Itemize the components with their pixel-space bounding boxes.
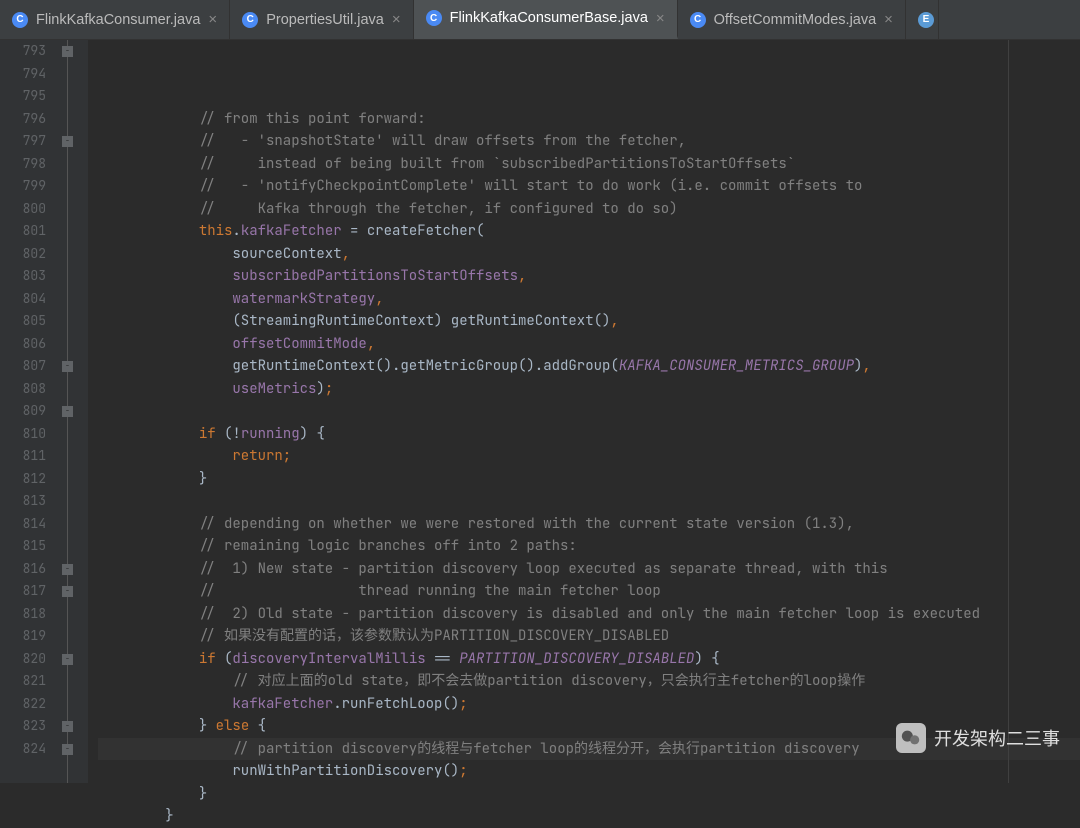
line-number: 802 [0, 243, 46, 266]
tab-1[interactable]: C PropertiesUtil.java × [230, 0, 413, 39]
line-number: 805 [0, 310, 46, 333]
close-icon[interactable]: × [392, 11, 401, 28]
editor-tabs: C FlinkKafkaConsumer.java × C PropertiesUtil… [0, 0, 1080, 40]
code-line[interactable]: // remaining logic branches off into 2 p… [98, 535, 1080, 558]
code-line[interactable]: // - 'snapshotState' will draw offsets f… [98, 130, 1080, 153]
line-number: 821 [0, 670, 46, 693]
fold-marker[interactable]: − [62, 586, 73, 597]
line-number: 808 [0, 378, 46, 401]
line-number: 815 [0, 535, 46, 558]
enum-file-icon: E [918, 12, 934, 28]
line-number: 813 [0, 490, 46, 513]
line-number: 793 [0, 40, 46, 63]
line-number: 811 [0, 445, 46, 468]
code-line[interactable]: // 1) New state - partition discovery lo… [98, 558, 1080, 581]
line-number: 814 [0, 513, 46, 536]
class-file-icon: C [12, 12, 28, 28]
class-file-icon: C [426, 10, 442, 26]
code-line[interactable]: // thread running the main fetcher loop [98, 580, 1080, 603]
fold-marker[interactable]: − [62, 136, 73, 147]
code-line[interactable]: this.kafkaFetcher = createFetcher( [98, 220, 1080, 243]
line-number: 796 [0, 108, 46, 131]
code-line[interactable] [98, 400, 1080, 423]
tab-label: FlinkKafkaConsumerBase.java [450, 10, 648, 26]
code-line[interactable]: runWithPartitionDiscovery(); [98, 760, 1080, 783]
tab-label: FlinkKafkaConsumer.java [36, 12, 200, 28]
line-number: 804 [0, 288, 46, 311]
tab-label: OffsetCommitModes.java [714, 12, 877, 28]
code-line[interactable]: // 2) Old state - partition discovery is… [98, 603, 1080, 626]
line-number: 824 [0, 738, 46, 761]
tab-3[interactable]: C OffsetCommitModes.java × [678, 0, 906, 39]
code-line[interactable]: } [98, 805, 1080, 828]
line-number: 809 [0, 400, 46, 423]
code-line[interactable]: kafkaFetcher.runFetchLoop(); [98, 693, 1080, 716]
wechat-icon [896, 723, 926, 753]
code-line[interactable]: if (discoveryIntervalMillis == PARTITION… [98, 648, 1080, 671]
tab-label: PropertiesUtil.java [266, 12, 384, 28]
code-line[interactable]: offsetCommitMode, [98, 333, 1080, 356]
line-number: 806 [0, 333, 46, 356]
tab-0[interactable]: C FlinkKafkaConsumer.java × [0, 0, 230, 39]
fold-marker[interactable]: − [62, 721, 73, 732]
line-number: 803 [0, 265, 46, 288]
code-line[interactable]: // depending on whether we were restored… [98, 513, 1080, 536]
tab-extra[interactable]: E [906, 0, 939, 39]
code-line[interactable]: return; [98, 445, 1080, 468]
code-line[interactable]: subscribedPartitionsToStartOffsets, [98, 265, 1080, 288]
line-number: 798 [0, 153, 46, 176]
fold-marker[interactable]: − [62, 744, 73, 755]
code-line[interactable] [98, 490, 1080, 513]
fold-gutter: − − − − − − − − − [60, 40, 88, 783]
code-line[interactable]: } [98, 468, 1080, 491]
line-number: 823 [0, 715, 46, 738]
code-line[interactable]: getRuntimeContext().getMetricGroup().add… [98, 355, 1080, 378]
close-icon[interactable]: × [884, 11, 893, 28]
code-line[interactable]: // from this point forward: [98, 108, 1080, 131]
code-area[interactable]: // from this point forward: // - 'snapsh… [88, 40, 1080, 783]
line-number: 819 [0, 625, 46, 648]
code-line[interactable]: (StreamingRuntimeContext) getRuntimeCont… [98, 310, 1080, 333]
line-number: 794 [0, 63, 46, 86]
fold-marker[interactable]: − [62, 654, 73, 665]
class-file-icon: C [690, 12, 706, 28]
line-number: 801 [0, 220, 46, 243]
fold-marker[interactable]: − [62, 46, 73, 57]
line-number: 799 [0, 175, 46, 198]
code-line[interactable]: // - 'notifyCheckpointComplete' will sta… [98, 175, 1080, 198]
class-file-icon: C [242, 12, 258, 28]
right-margin-line [1008, 40, 1009, 783]
tab-2[interactable]: C FlinkKafkaConsumerBase.java × [414, 0, 678, 39]
watermark: 开发架构二三事 [896, 723, 1060, 753]
line-number: 797 [0, 130, 46, 153]
line-number: 818 [0, 603, 46, 626]
code-line[interactable]: sourceContext, [98, 243, 1080, 266]
watermark-text: 开发架构二三事 [934, 725, 1060, 751]
code-line[interactable]: // instead of being built from `subscrib… [98, 153, 1080, 176]
line-number: 807 [0, 355, 46, 378]
code-line[interactable]: // 如果没有配置的话，该参数默认为PARTITION_DISCOVERY_DI… [98, 625, 1080, 648]
fold-marker[interactable]: − [62, 564, 73, 575]
line-number: 817 [0, 580, 46, 603]
line-number: 822 [0, 693, 46, 716]
code-line[interactable]: if (!running) { [98, 423, 1080, 446]
code-editor: 7937947957967977987998008018028038048058… [0, 40, 1080, 783]
code-line[interactable]: watermarkStrategy, [98, 288, 1080, 311]
line-number: 800 [0, 198, 46, 221]
line-number: 795 [0, 85, 46, 108]
code-line[interactable]: } [98, 783, 1080, 806]
code-line[interactable]: useMetrics); [98, 378, 1080, 401]
close-icon[interactable]: × [656, 10, 665, 27]
line-number-gutter: 7937947957967977987998008018028038048058… [0, 40, 60, 783]
fold-marker[interactable]: − [62, 361, 73, 372]
fold-marker[interactable]: − [62, 406, 73, 417]
line-number: 816 [0, 558, 46, 581]
close-icon[interactable]: × [208, 11, 217, 28]
code-line[interactable]: // Kafka through the fetcher, if configu… [98, 198, 1080, 221]
code-line[interactable]: // 对应上面的old state，即不会去做partition discove… [98, 670, 1080, 693]
line-number: 810 [0, 423, 46, 446]
line-number: 820 [0, 648, 46, 671]
line-number: 812 [0, 468, 46, 491]
